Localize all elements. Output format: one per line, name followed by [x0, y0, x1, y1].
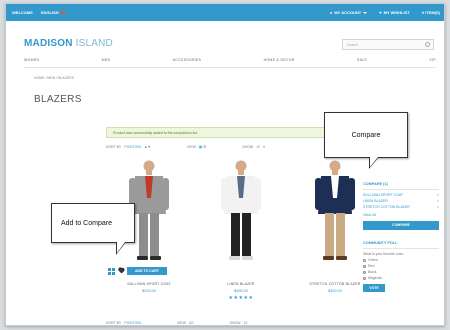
- search-input[interactable]: Search: [342, 39, 434, 50]
- view-control[interactable]: VIEW ▦ ☰: [187, 145, 206, 149]
- show-control[interactable]: SHOW 12 ▾: [242, 145, 265, 149]
- product-image[interactable]: [200, 156, 282, 264]
- add-to-compare-icon[interactable]: [108, 267, 115, 275]
- product-price: $225.00: [142, 289, 156, 293]
- radio-icon[interactable]: [363, 276, 366, 280]
- poll-option[interactable]: Red: [363, 264, 439, 268]
- add-to-cart-button[interactable]: ADD TO CART: [127, 267, 167, 275]
- top-bar: WELCOME ENGLISH ● MY ACCOUNT ♥ MY WISHLIST…: [6, 4, 444, 21]
- nav-divider: [24, 67, 436, 68]
- product-actions: ADD TO CART: [108, 267, 167, 275]
- breadcrumb[interactable]: HOME / MEN / BLAZERS: [34, 76, 74, 80]
- poll-option[interactable]: Green: [363, 258, 439, 262]
- nav-item[interactable]: ACCESSORIES: [173, 58, 202, 62]
- nav-item[interactable]: SALE: [357, 58, 367, 62]
- radio-icon[interactable]: [363, 270, 366, 274]
- compare-list-item[interactable]: SULLIVAN SPORT COAT ×: [363, 193, 439, 197]
- callout-text: Compare: [351, 131, 381, 139]
- sort-by-control[interactable]: SORT BY POSITION ▲▼: [106, 145, 151, 149]
- add-to-compare-callout: Add to Compare: [51, 203, 135, 255]
- divider: [363, 189, 439, 190]
- product-name[interactable]: LINEN BLAZER: [200, 282, 282, 286]
- callout-text: Add to Compare: [61, 219, 112, 227]
- wishlist-link[interactable]: ♥ MY WISHLIST: [379, 10, 410, 15]
- poll-question: What is your favorite color: [363, 252, 404, 256]
- page-title: BLAZERS: [34, 94, 82, 105]
- search-icon[interactable]: [425, 42, 430, 47]
- browser-viewport: WELCOME ENGLISH ● MY ACCOUNT ♥ MY WISHLIST…: [5, 3, 445, 326]
- divider: [363, 248, 439, 249]
- compare-button[interactable]: COMPARE: [363, 221, 439, 230]
- compare-list-item[interactable]: LINEN BLAZER ×: [363, 199, 439, 203]
- compare-callout: Compare: [324, 112, 408, 169]
- product-name[interactable]: SULLIVAN SPORT COAT: [108, 282, 190, 286]
- vote-button[interactable]: VOTE: [363, 284, 385, 292]
- compare-list-item[interactable]: STRETCH COTTON BLAZER ×: [363, 205, 439, 209]
- rating-stars: ★★★★★: [228, 295, 254, 301]
- nav-item[interactable]: VIP: [429, 58, 436, 62]
- poll-heading: COMMUNITY POLL: [363, 241, 398, 245]
- nav-item[interactable]: MEN: [102, 58, 111, 62]
- toolbar-bottom: SORT BY POSITION VIEW AS SHOW 12: [106, 321, 346, 325]
- toolbar-top: SORT BY POSITION ▲▼ VIEW ▦ ☰ SHOW 12 ▾: [106, 145, 346, 149]
- language-selector[interactable]: ENGLISH: [41, 10, 65, 15]
- remove-icon[interactable]: ×: [437, 205, 439, 209]
- grid-icon[interactable]: ▦ ☰: [199, 145, 206, 149]
- remove-icon[interactable]: ×: [437, 193, 439, 197]
- product-card[interactable]: LINEN BLAZER $455.00 ★★★★★: [200, 156, 282, 301]
- remove-icon[interactable]: ×: [437, 199, 439, 203]
- poll-option[interactable]: Black: [363, 270, 439, 274]
- view-control-bottom[interactable]: VIEW AS: [177, 321, 194, 325]
- radio-icon[interactable]: [363, 258, 366, 262]
- product-price: $455.00: [234, 289, 248, 293]
- account-link[interactable]: ● MY ACCOUNT: [329, 10, 368, 15]
- site-logo[interactable]: MADISON ISLAND: [24, 38, 113, 49]
- show-control-bottom[interactable]: SHOW 12: [230, 321, 248, 325]
- flag-icon: [60, 11, 65, 14]
- heart-icon: ♥: [379, 10, 382, 15]
- chevron-down-icon: [363, 11, 368, 14]
- cart-link[interactable]: 0 ITEM(S): [422, 10, 440, 15]
- nav-item[interactable]: WOMEN: [24, 58, 39, 62]
- nav-item[interactable]: HOME & DECOR: [264, 58, 295, 62]
- user-icon: ●: [329, 10, 333, 15]
- clear-all-link[interactable]: Clear All: [363, 213, 439, 217]
- success-notice: Product was successfully added to the co…: [106, 127, 358, 138]
- main-nav: WOMEN MEN ACCESSORIES HOME & DECOR SALE VIP: [24, 58, 436, 62]
- radio-icon[interactable]: [363, 264, 366, 268]
- sort-arrows-icon[interactable]: ▲▼: [144, 145, 151, 149]
- chevron-down-icon: ▾: [263, 145, 265, 149]
- sort-by-control-bottom[interactable]: SORT BY POSITION: [106, 321, 141, 325]
- poll-option[interactable]: Magenta: [363, 276, 439, 280]
- welcome-text: WELCOME: [12, 10, 33, 15]
- wishlist-heart-icon[interactable]: [118, 268, 124, 274]
- compare-heading: COMPARE (1): [363, 182, 388, 186]
